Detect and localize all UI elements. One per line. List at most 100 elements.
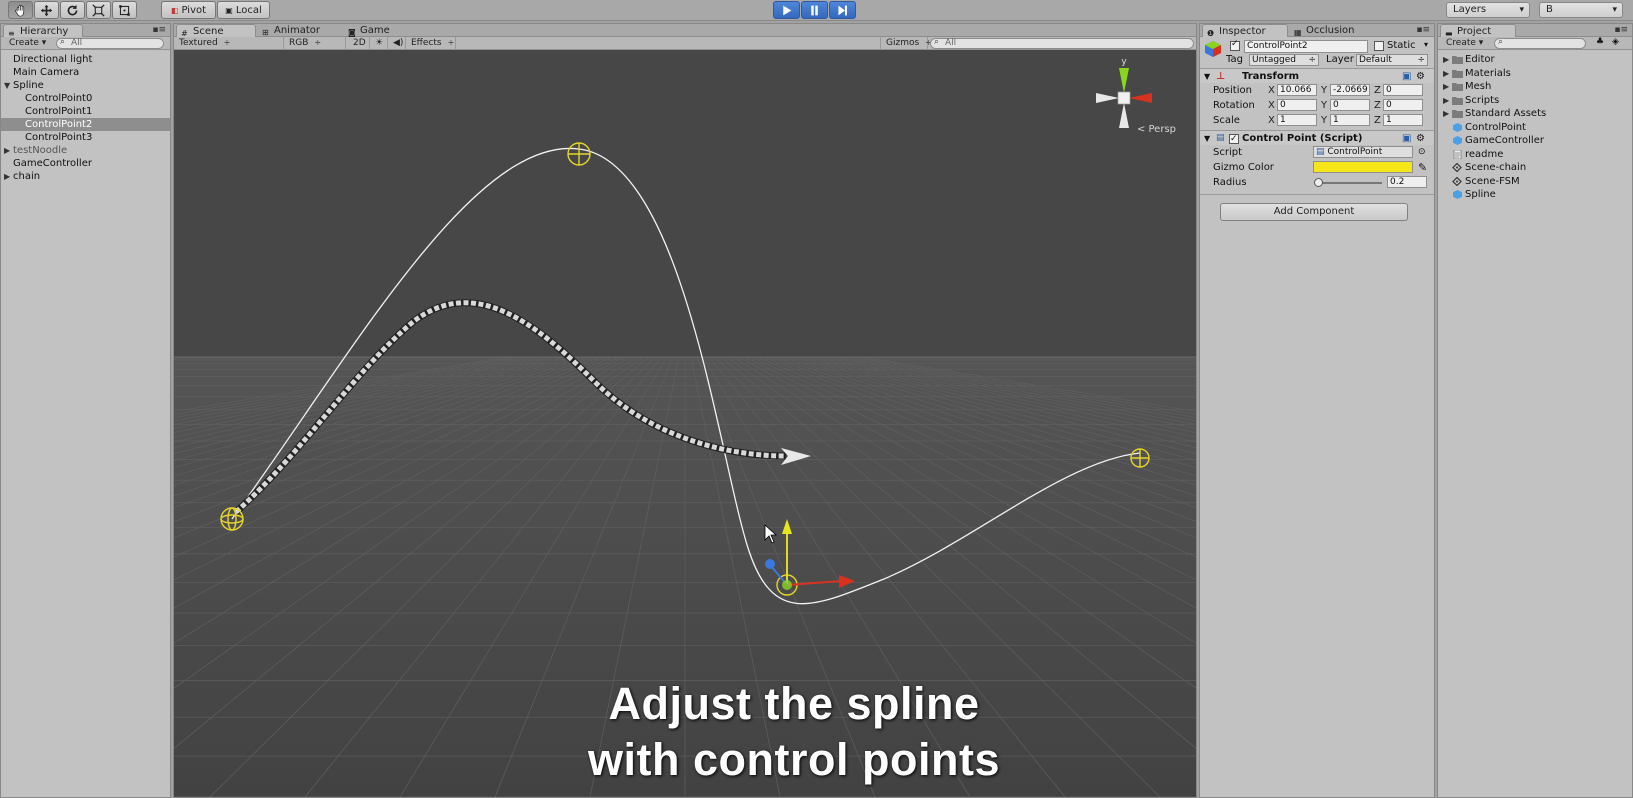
project-item[interactable]: readme (1438, 148, 1632, 162)
eyedropper-icon[interactable]: ✎ (1418, 160, 1427, 175)
filter-label-icon[interactable]: ◈ (1612, 37, 1619, 47)
radius-field[interactable]: 0.2 (1387, 176, 1427, 188)
project-item[interactable]: Scene-FSM (1438, 175, 1632, 189)
project-menu-icon[interactable]: ▪≡ (1614, 24, 1628, 37)
tab-occlusion[interactable]: ▦ Occlusion (1290, 24, 1376, 37)
project-item[interactable]: GameController (1438, 134, 1632, 148)
tag-dropdown[interactable]: Untagged ÷ (1249, 54, 1319, 66)
pivot-toggle[interactable]: ◧ Pivot (161, 1, 216, 19)
project-item[interactable]: ControlPoint (1438, 121, 1632, 135)
control-point-3-gizmo[interactable] (1130, 448, 1150, 468)
hierarchy-item[interactable]: ControlPoint1 (1, 105, 170, 118)
project-item[interactable]: ▶ Editor (1438, 53, 1632, 67)
audio-toggle-icon[interactable]: ◀) (388, 37, 406, 49)
hierarchy-item[interactable]: ControlPoint2 (1, 118, 170, 131)
tab-game[interactable]: ◙ Game (344, 24, 414, 37)
scene-viewport[interactable]: y < Persp Adjust the spline with control… (174, 51, 1196, 797)
hierarchy-item[interactable]: ▼ Spline (1, 79, 170, 92)
lighting-toggle-icon[interactable]: ☀ (370, 37, 388, 49)
foldout-arrow-icon[interactable]: ▼ (1204, 131, 1210, 146)
rotate-tool-button[interactable] (60, 1, 85, 19)
expand-right-icon[interactable]: ▶ (4, 144, 10, 157)
play-button[interactable] (773, 1, 800, 19)
layout-dropdown[interactable]: B (1539, 2, 1623, 18)
gear-icon[interactable]: ⚙ (1416, 131, 1425, 146)
hierarchy-item[interactable]: GameController (1, 157, 170, 170)
hierarchy-item[interactable]: ▶ chain (1, 170, 170, 183)
inspector-menu-icon[interactable]: ▪≡ (1416, 24, 1430, 37)
layer-dropdown[interactable]: Default ÷ (1356, 54, 1428, 66)
position-y-field[interactable]: -2.0669 (1330, 84, 1370, 96)
control-point-1-gizmo[interactable] (567, 142, 591, 166)
effects-dropdown[interactable]: Effects (406, 37, 456, 49)
rotation-x-field[interactable]: 0 (1277, 99, 1317, 111)
hierarchy-item[interactable]: Directional light (1, 53, 170, 66)
hierarchy-item[interactable]: ▶ testNoodle (1, 144, 170, 157)
hierarchy-item[interactable]: ControlPoint3 (1, 131, 170, 144)
help-book-icon[interactable]: ▣ (1402, 69, 1411, 84)
z-axis-handle[interactable] (765, 559, 775, 569)
transform-header[interactable]: ▼ ⊥ Transform ▣ ⚙ (1200, 68, 1434, 83)
pause-button[interactable] (801, 1, 828, 19)
scale-y-field[interactable]: 1 (1330, 114, 1370, 126)
tab-project[interactable]: ▬ Project (1440, 24, 1516, 38)
tab-inspector[interactable]: ❶ Inspector (1202, 24, 1288, 38)
expand-right-icon[interactable]: ▶ (1443, 107, 1449, 121)
expand-right-icon[interactable]: ▶ (4, 170, 10, 183)
hierarchy-create-button[interactable]: Create ▾ (5, 37, 50, 49)
hierarchy-item[interactable]: Main Camera (1, 66, 170, 79)
scale-x-field[interactable]: 1 (1277, 114, 1317, 126)
expand-down-icon[interactable]: ▼ (4, 79, 10, 92)
control-point-header[interactable]: ▼ ▤ Control Point (Script) ▣ ⚙ (1200, 130, 1434, 147)
layers-dropdown[interactable]: Layers (1446, 2, 1530, 18)
script-field[interactable]: ▤ ControlPoint (1313, 146, 1413, 158)
shading-dropdown[interactable]: Textured (174, 37, 284, 49)
project-item[interactable]: ▶ Scripts (1438, 94, 1632, 108)
project-create-button[interactable]: Create ▾ (1442, 37, 1487, 49)
scale-tool-button[interactable] (86, 1, 111, 19)
project-item[interactable]: ▶ Materials (1438, 67, 1632, 81)
add-component-button[interactable]: Add Component (1220, 203, 1408, 221)
help-book-icon[interactable]: ▣ (1402, 131, 1411, 146)
expand-right-icon[interactable]: ▶ (1443, 94, 1449, 108)
tab-hierarchy[interactable]: ≡ Hierarchy (3, 24, 83, 38)
local-toggle[interactable]: ▣ Local (217, 1, 270, 19)
gizmo-color-swatch[interactable] (1313, 161, 1413, 173)
project-item[interactable]: ▶ Standard Assets (1438, 107, 1632, 121)
projection-label[interactable]: < Persp (1137, 124, 1176, 135)
project-item[interactable]: ▶ Mesh (1438, 80, 1632, 94)
hierarchy-search-input[interactable]: All (56, 38, 164, 49)
rect-tool-button[interactable] (112, 1, 137, 19)
gizmos-dropdown[interactable]: Gizmos (880, 37, 928, 49)
active-checkbox[interactable] (1230, 39, 1240, 51)
position-z-field[interactable]: 0 (1383, 84, 1423, 96)
radius-slider-thumb[interactable] (1314, 178, 1323, 187)
rotation-z-field[interactable]: 0 (1383, 99, 1423, 111)
project-item[interactable]: Scene-chain (1438, 161, 1632, 175)
component-enabled-checkbox[interactable] (1229, 132, 1239, 147)
tab-scene[interactable]: # Scene (176, 24, 256, 38)
radius-slider-track[interactable] (1318, 182, 1382, 184)
rotation-y-field[interactable]: 0 (1330, 99, 1370, 111)
expand-right-icon[interactable]: ▶ (1443, 80, 1449, 94)
static-dropdown-icon[interactable]: ▾ (1424, 40, 1428, 49)
gear-icon[interactable]: ⚙ (1416, 69, 1425, 84)
step-button[interactable] (829, 1, 856, 19)
object-picker-icon[interactable]: ⊙ (1418, 145, 1426, 160)
hierarchy-item[interactable]: ControlPoint0 (1, 92, 170, 105)
object-name-field[interactable]: ControlPoint2 (1244, 40, 1368, 53)
tab-animator[interactable]: ⊞ Animator (258, 24, 342, 37)
filter-type-icon[interactable]: ♣ (1596, 37, 1604, 47)
expand-right-icon[interactable]: ▶ (1443, 67, 1449, 81)
panel-menu-icon[interactable]: ▪≡ (152, 24, 166, 37)
foldout-arrow-icon[interactable]: ▼ (1204, 69, 1210, 84)
expand-right-icon[interactable]: ▶ (1443, 53, 1449, 67)
hand-tool-button[interactable] (8, 1, 33, 19)
position-x-field[interactable]: 10.066 (1277, 84, 1317, 96)
render-mode-dropdown[interactable]: RGB (284, 37, 346, 49)
2d-toggle[interactable]: 2D (348, 37, 370, 49)
static-checkbox[interactable] (1374, 41, 1384, 51)
scale-z-field[interactable]: 1 (1383, 114, 1423, 126)
project-search-input[interactable] (1494, 38, 1586, 49)
scene-search-input[interactable]: All (930, 38, 1194, 49)
